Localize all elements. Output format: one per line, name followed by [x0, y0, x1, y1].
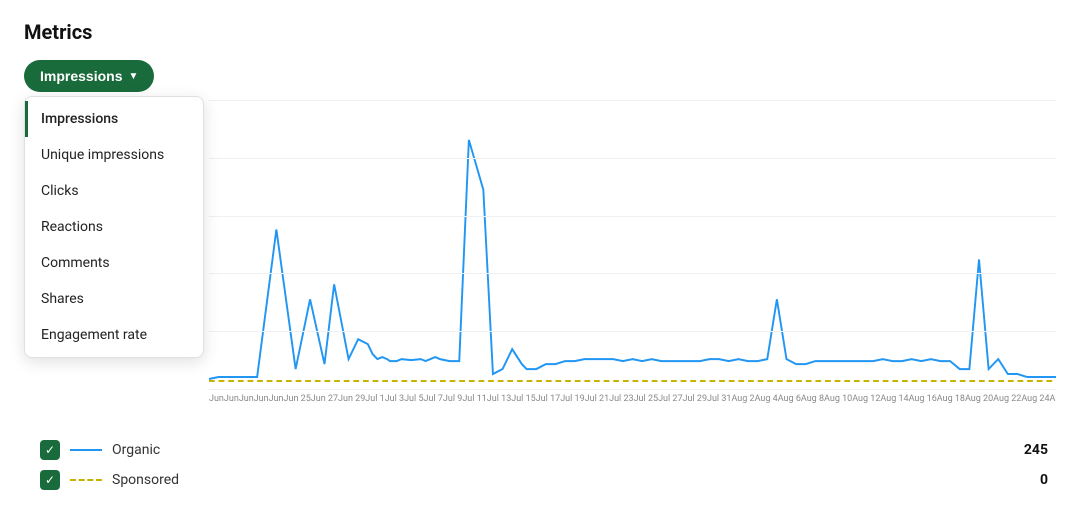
metrics-button-label: Impressions: [40, 68, 122, 84]
x-label: Aug 2: [731, 394, 754, 404]
organic-value: 245: [1024, 442, 1048, 458]
x-label: Jul 3: [385, 394, 404, 404]
check-icon: ✓: [45, 473, 55, 487]
legend-area: ✓ Organic 245 ✓ Sponsored 0: [24, 440, 1056, 490]
x-label: Jul 1: [365, 394, 384, 404]
sponsored-checkbox[interactable]: ✓: [40, 470, 60, 490]
x-label: Aug 20: [965, 394, 993, 404]
x-label: Jul 17: [536, 394, 560, 404]
x-label: Jul 23: [609, 394, 633, 404]
sponsored-value: 0: [1040, 472, 1048, 488]
x-axis: Jun Jun Jun Jun Jun Jun 25 Jun 27 Jun 29…: [209, 390, 1056, 404]
x-label: Jul 11: [462, 394, 486, 404]
x-label: Aug 4: [755, 394, 778, 404]
x-label: Jun 27: [311, 394, 338, 404]
x-label: Aug 22: [993, 394, 1021, 404]
dropdown-item-reactions[interactable]: Reactions: [25, 209, 203, 245]
x-label: Jun 25: [284, 394, 311, 404]
x-label: Jul 31: [707, 394, 731, 404]
page-title: Metrics: [24, 20, 1056, 44]
organic-checkbox[interactable]: ✓: [40, 440, 60, 460]
chart-container: [209, 100, 1056, 390]
x-label: Aug 6: [778, 394, 801, 404]
x-label: Jun: [239, 394, 254, 404]
organic-label: Organic: [112, 442, 1014, 458]
x-label: Jul 25: [634, 394, 658, 404]
x-label: Jun: [254, 394, 269, 404]
legend-organic[interactable]: ✓ Organic 245: [40, 440, 1056, 460]
x-label: Jul 5: [404, 394, 423, 404]
x-label: Aug 14: [880, 394, 908, 404]
x-label: Aug 18: [937, 394, 965, 404]
sponsored-line-icon: [70, 479, 102, 481]
x-label: Jun 29: [338, 394, 365, 404]
x-label: Jul 15: [511, 394, 535, 404]
x-label: Jul 19: [560, 394, 584, 404]
sponsored-label: Sponsored: [112, 472, 1030, 488]
x-label: Aug 10: [824, 394, 852, 404]
dropdown-menu: Impressions Unique impressions Clicks Re…: [24, 96, 204, 358]
dropdown-item-clicks[interactable]: Clicks: [25, 173, 203, 209]
check-icon: ✓: [45, 443, 55, 457]
x-label: Jun: [269, 394, 284, 404]
dropdown-item-engagement-rate[interactable]: Engagement rate: [25, 317, 203, 353]
x-label: Jul 7: [424, 394, 443, 404]
x-label: Jul 13: [487, 394, 511, 404]
x-label: Jun: [209, 394, 224, 404]
x-label: Aug 8: [801, 394, 824, 404]
legend-sponsored[interactable]: ✓ Sponsored 0: [40, 470, 1056, 490]
dropdown-item-comments[interactable]: Comments: [25, 245, 203, 281]
x-label: Aug 16: [909, 394, 937, 404]
x-label: Aug 12: [852, 394, 880, 404]
dropdown-item-unique-impressions[interactable]: Unique impressions: [25, 137, 203, 173]
chevron-down-icon: ▼: [128, 71, 138, 82]
dropdown-item-shares[interactable]: Shares: [25, 281, 203, 317]
x-label: Aug 26: [1050, 394, 1056, 404]
metrics-dropdown-button[interactable]: Impressions ▼: [24, 60, 154, 92]
organic-line-icon: [70, 449, 102, 451]
dropdown-item-impressions[interactable]: Impressions: [25, 101, 203, 137]
x-label: Jun: [224, 394, 239, 404]
x-label: Aug 24: [1021, 394, 1049, 404]
chart-grid-lines: [209, 100, 1056, 389]
x-label: Jul 21: [585, 394, 609, 404]
x-label: Jul 29: [683, 394, 707, 404]
x-label: Jul 9: [443, 394, 462, 404]
x-label: Jul 27: [658, 394, 682, 404]
